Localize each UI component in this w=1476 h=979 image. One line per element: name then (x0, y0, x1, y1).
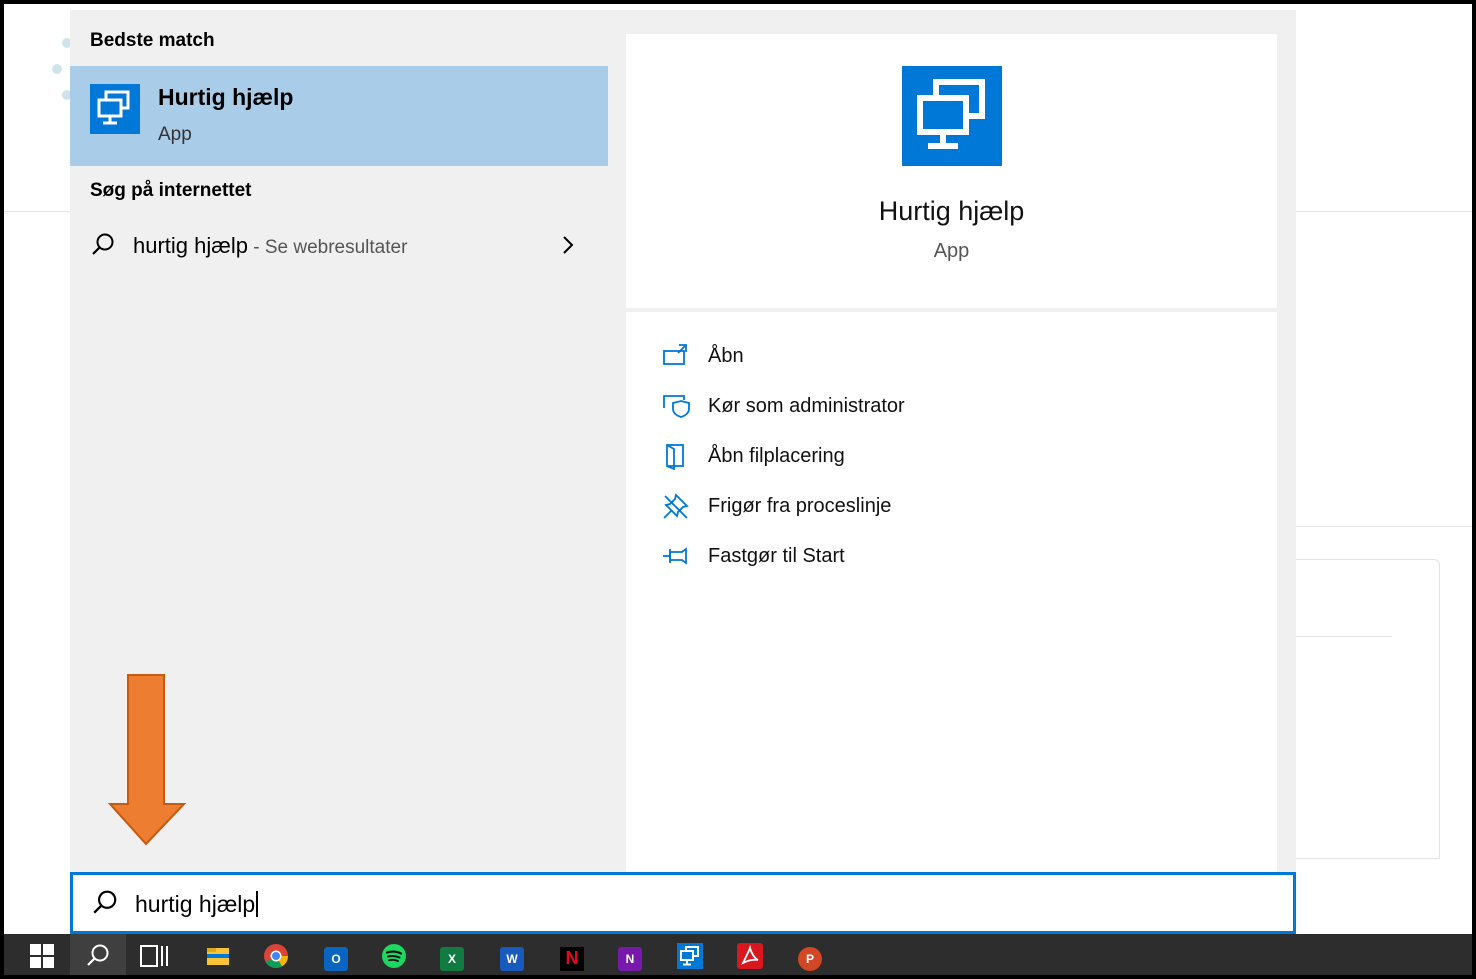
task-view-icon (139, 944, 169, 973)
best-match-item[interactable]: Hurtig hjælp App (70, 66, 608, 166)
action-label: Åbn filplacering (708, 445, 845, 467)
spotify-icon (381, 943, 407, 974)
action-pin-start[interactable]: Fastgør til Start (662, 540, 1062, 574)
detail-pane: Hurtig hjælp App Åbn Kør som administrat… (626, 34, 1277, 872)
web-result-text: hurtig hjælp - Se webresultater (133, 233, 407, 259)
search-icon (90, 232, 116, 263)
action-open[interactable]: Åbn (662, 340, 1062, 374)
action-label: Fastgør til Start (708, 545, 845, 567)
remote-desktop-icon (677, 943, 703, 974)
remote-desktop-icon (902, 66, 1002, 166)
text-caret (256, 891, 259, 917)
taskbar-start[interactable] (14, 934, 70, 975)
action-open-file-location[interactable]: Åbn filplacering (662, 440, 1062, 474)
onenote-icon: N (618, 946, 642, 971)
powerpoint-icon: P (798, 946, 822, 971)
taskbar: O X W N N P (4, 934, 1472, 975)
down-arrow-annotation (108, 674, 186, 846)
acrobat-icon (737, 943, 763, 974)
search-input-value: hurtig hjælp (135, 891, 259, 918)
action-label: Åbn (708, 345, 744, 367)
remote-desktop-icon (90, 84, 140, 134)
best-match-type: App (158, 124, 192, 145)
detail-app-name: Hurtig hjælp (878, 196, 1025, 226)
action-label: Kør som administrator (708, 395, 905, 417)
taskbar-task-view[interactable] (126, 934, 182, 975)
detail-divider (626, 308, 1277, 312)
taskbar-spotify[interactable] (366, 934, 422, 975)
windows-icon (29, 943, 55, 974)
run-as-admin-icon (662, 392, 690, 420)
web-search-heading: Søg på internettet (90, 180, 252, 201)
taskbar-search[interactable] (70, 934, 126, 975)
web-result-hint: - Se webresultater (247, 237, 408, 258)
excel-icon: X (440, 946, 464, 971)
action-unpin-taskbar[interactable]: Frigør fra proceslinje (662, 490, 1062, 524)
taskbar-outlook[interactable]: O (308, 934, 364, 975)
decorative-dot (52, 64, 62, 74)
outlook-icon: O (324, 946, 348, 971)
search-input[interactable]: hurtig hjælp (70, 872, 1296, 934)
taskbar-acrobat[interactable] (722, 934, 778, 975)
open-icon (662, 342, 690, 370)
search-query-text: hurtig hjælp (135, 891, 256, 917)
taskbar-powerpoint[interactable]: P (782, 934, 838, 975)
taskbar-chrome[interactable] (248, 934, 304, 975)
unpin-taskbar-icon (662, 492, 690, 520)
chevron-right-icon[interactable] (560, 232, 576, 265)
action-label: Frigør fra proceslinje (708, 495, 892, 517)
word-icon: W (500, 946, 524, 971)
taskbar-onenote[interactable]: N (602, 934, 658, 975)
taskbar-netflix[interactable]: N (544, 934, 600, 975)
screen-frame: Bedste match Hurtig hjælp App Søg på int… (0, 0, 1476, 979)
background-card (1292, 559, 1440, 859)
netflix-icon: N (560, 946, 584, 971)
action-run-as-admin[interactable]: Kør som administrator (662, 390, 1062, 424)
taskbar-word[interactable]: W (484, 934, 540, 975)
background-divider (1294, 526, 1472, 527)
search-icon (91, 889, 119, 922)
background-card-divider (1292, 636, 1392, 637)
detail-app-type: App (933, 240, 970, 262)
folder-icon (206, 945, 230, 972)
web-result-item[interactable]: hurtig hjælp - Se webresultater (70, 222, 608, 268)
best-match-heading: Bedste match (90, 30, 215, 51)
taskbar-excel[interactable]: X (424, 934, 480, 975)
file-location-icon (662, 442, 690, 471)
pin-start-icon (662, 542, 690, 570)
web-result-query: hurtig hjælp (133, 233, 248, 258)
taskbar-file-explorer[interactable] (190, 934, 246, 975)
best-match-name: Hurtig hjælp (158, 84, 294, 110)
taskbar-quick-assist[interactable] (662, 934, 718, 975)
search-icon (85, 943, 111, 974)
chrome-icon (263, 943, 289, 974)
